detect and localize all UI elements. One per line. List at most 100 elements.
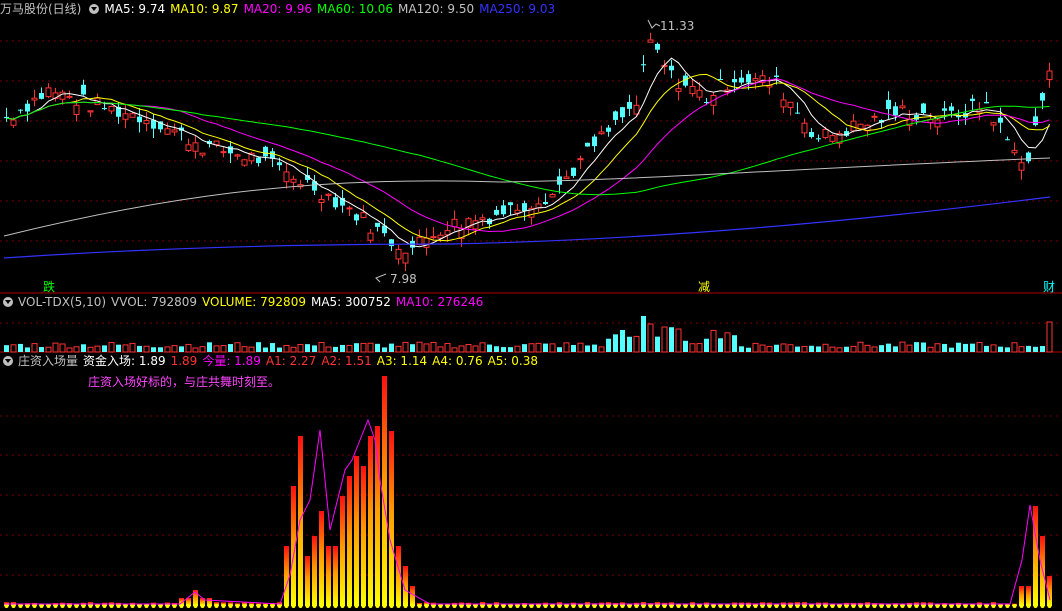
volume-bar (73, 346, 80, 353)
ma-value-5: MA250: 9.03 (479, 2, 556, 16)
candle (354, 213, 359, 226)
volume-bar (563, 342, 570, 353)
candle (143, 111, 150, 132)
moving-average-lines (3, 57, 1051, 259)
volume-bar (501, 347, 506, 352)
indicator-bar (298, 436, 303, 606)
candle (592, 134, 597, 152)
volume-bar (479, 342, 486, 353)
volume-bar (942, 343, 947, 352)
candle (325, 193, 332, 201)
volume-bar (59, 343, 66, 353)
candle (871, 112, 878, 122)
candle (375, 222, 380, 232)
volume-bar (661, 326, 668, 353)
volume-bar (906, 344, 913, 353)
dropdown-icon[interactable] (89, 4, 100, 14)
signal-label-jian: 减 (698, 280, 711, 294)
vol-value-1: VOLUME: 792809 (202, 295, 306, 309)
volume-bar (382, 347, 387, 352)
volume-bar (998, 346, 1003, 352)
volume-bar (718, 338, 723, 352)
volume-bar (354, 343, 359, 352)
candle (535, 197, 542, 213)
volume-bar (472, 345, 479, 353)
volume-title[interactable]: VOL-TDX(5,10) (18, 295, 106, 309)
volume-bar (10, 344, 17, 353)
ind-value-3: A1: 2.27 (265, 354, 317, 368)
candle (809, 128, 814, 139)
candle (39, 87, 44, 100)
candle (850, 114, 857, 133)
volume-bar (766, 346, 773, 353)
candle (395, 244, 402, 265)
candle (1011, 142, 1018, 156)
volume-bar (984, 345, 989, 352)
volume-bar (592, 344, 597, 352)
volume-bar (710, 329, 717, 353)
ma-value-1: MA10: 9.87 (170, 2, 239, 16)
candle (739, 69, 744, 85)
ma-value-4: MA120: 9.50 (398, 2, 475, 16)
volume-bar (18, 343, 23, 352)
volume-bar (389, 343, 394, 352)
volume-bar (241, 346, 248, 353)
candle (297, 179, 304, 190)
volume-bar (220, 345, 227, 353)
volume-bar (164, 346, 171, 353)
candle (234, 153, 241, 160)
candle (906, 110, 913, 131)
candle (899, 99, 906, 110)
volume-bar (129, 342, 136, 353)
candlestick-series (4, 32, 1053, 272)
volume-bar (571, 344, 576, 352)
candle (801, 118, 808, 138)
vol-value-3: MA10: 276246 (395, 295, 484, 309)
candle (689, 79, 696, 97)
volume-bar (829, 346, 836, 353)
volume-bar (809, 345, 814, 352)
volume-bar (25, 347, 30, 352)
candle (543, 193, 548, 206)
volume-bar (739, 346, 744, 352)
candle (199, 152, 206, 158)
ma-value-0: MA5: 9.74 (104, 2, 166, 16)
indicator-title[interactable]: 庄资入场量 (18, 354, 78, 368)
ind-value-7: A5: 0.38 (487, 354, 538, 368)
volume-bar (1005, 347, 1010, 352)
candle (228, 140, 233, 164)
volume-bar (1033, 346, 1038, 352)
volume-bar (116, 344, 121, 352)
indicator-bar (410, 586, 415, 606)
indicator-bar (1026, 586, 1031, 606)
candle (52, 87, 59, 102)
stock-title[interactable]: 万马股份(日线) (0, 2, 81, 16)
candle (164, 122, 171, 135)
dropdown-icon[interactable] (3, 356, 13, 366)
volume-bar (270, 343, 275, 352)
volume-bar (633, 335, 640, 353)
volume-bar (780, 343, 787, 353)
candle (213, 140, 220, 148)
volume-bar (102, 345, 107, 352)
candle (655, 42, 660, 54)
volume-bar (1046, 321, 1053, 353)
volume-bar (724, 332, 731, 353)
volume-bar (508, 347, 513, 352)
volume-bar (207, 342, 212, 352)
candle (759, 69, 766, 86)
volume-bar (4, 345, 9, 352)
volume-bar (213, 345, 220, 353)
volume-bar (158, 347, 163, 352)
volume-bar (199, 346, 206, 353)
candle (451, 210, 458, 232)
dropdown-icon[interactable] (3, 297, 13, 307)
volume-bar (290, 346, 297, 353)
volume-bar (256, 342, 261, 352)
candle (641, 55, 646, 73)
volume-bar (647, 323, 654, 353)
volume-bar (514, 345, 521, 353)
candle (256, 156, 261, 167)
volume-bar (543, 343, 548, 352)
ma-value-2: MA20: 9.96 (243, 2, 312, 16)
